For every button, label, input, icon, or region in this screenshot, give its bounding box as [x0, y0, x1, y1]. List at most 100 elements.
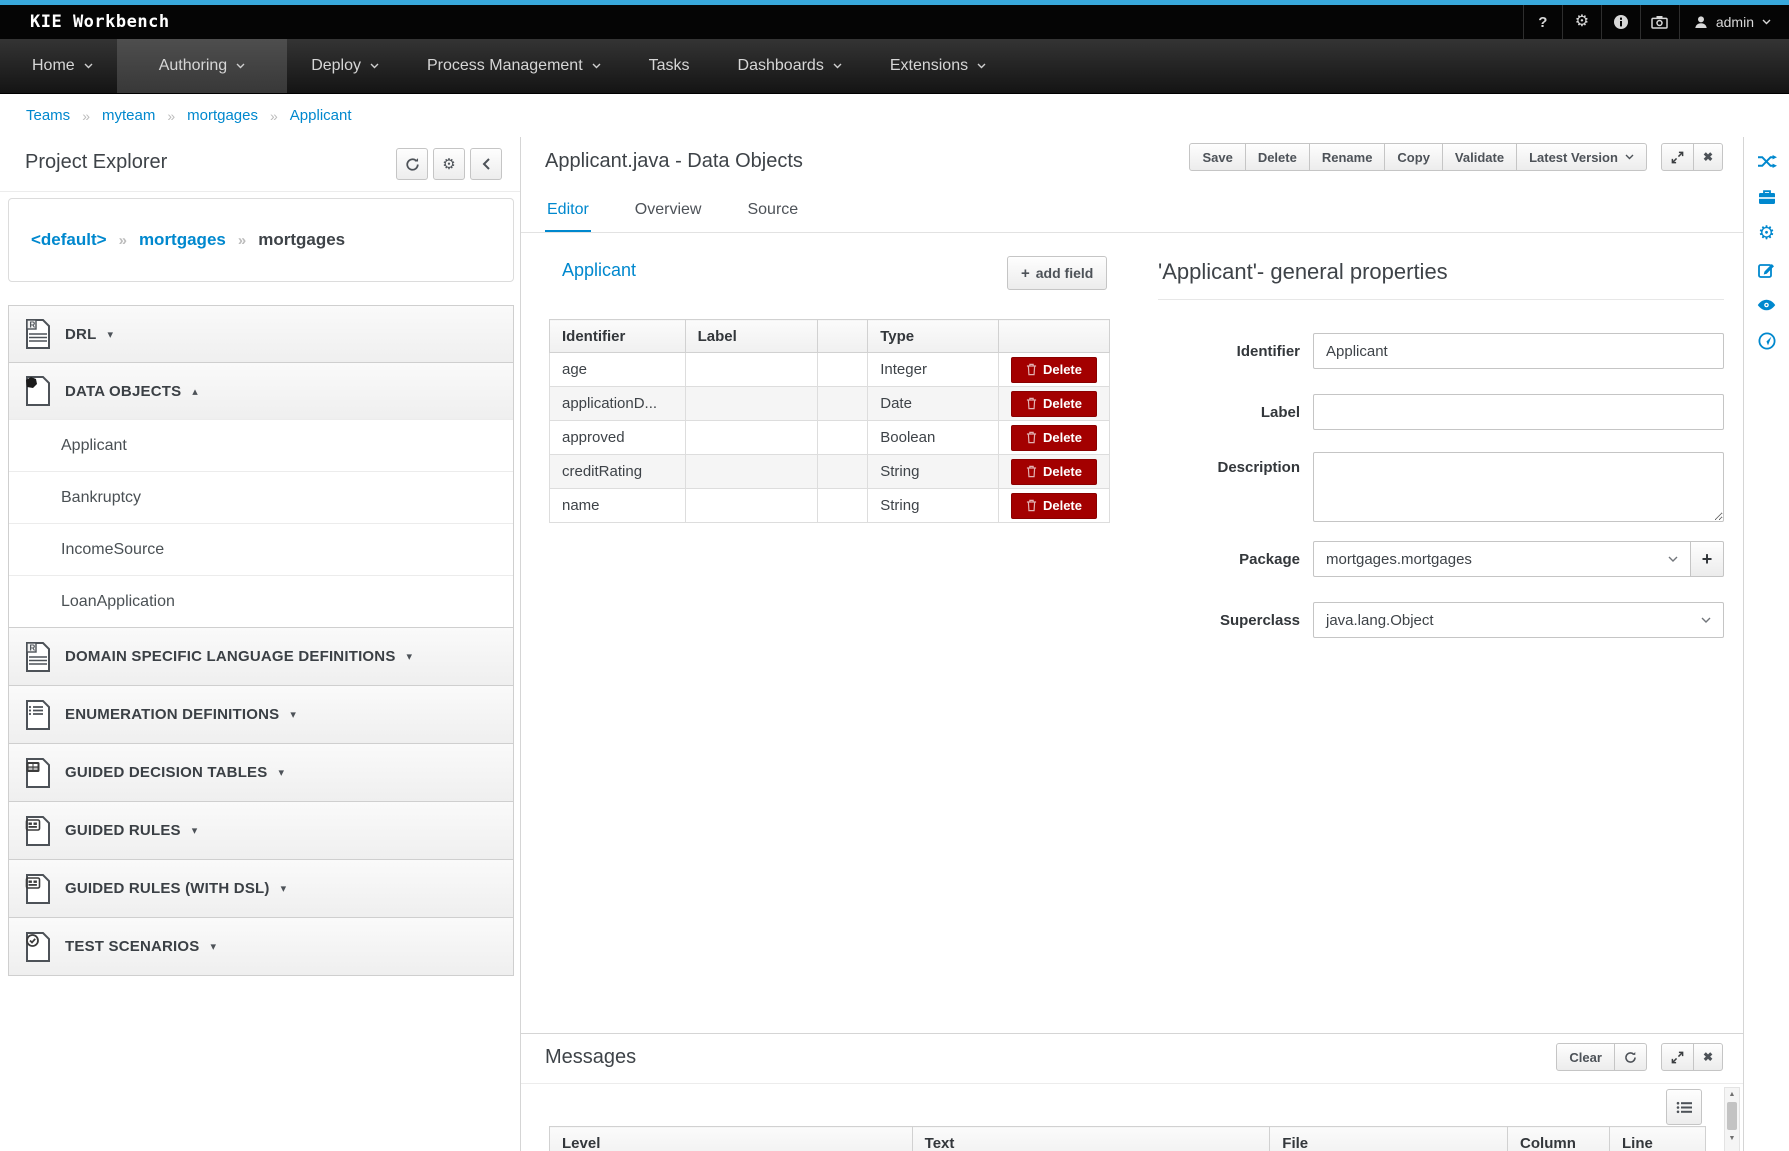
chevron-down-icon	[370, 63, 379, 69]
data-object-item-applicant[interactable]: Applicant	[9, 419, 513, 471]
superclass-select[interactable]: java.lang.Object	[1313, 602, 1724, 638]
section-guided-decision-tables[interactable]: GUIDED DECISION TABLES▾	[9, 743, 513, 801]
explorer-settings-button[interactable]: ⚙	[433, 148, 465, 180]
delete-field-button[interactable]: Delete	[1011, 357, 1097, 383]
expand-panel-button[interactable]	[1661, 143, 1694, 171]
tab-editor[interactable]: Editor	[545, 201, 591, 232]
fields-table: Identifier Label Type age Integer Delete…	[549, 319, 1110, 523]
explorer-crumb-default[interactable]: <default>	[31, 230, 107, 250]
section-dsl-definitions[interactable]: R DOMAIN SPECIFIC LANGUAGE DEFINITIONS▾	[9, 627, 513, 685]
field-row-name[interactable]: name String Delete	[550, 489, 1110, 523]
help-button[interactable]: ?	[1523, 5, 1562, 39]
validate-button[interactable]: Validate	[1442, 143, 1517, 171]
scroll-down-arrow[interactable]: ▼	[1725, 1132, 1739, 1144]
section-test-scenarios[interactable]: TEST SCENARIOS▾	[9, 917, 513, 975]
breadcrumb-applicant[interactable]: Applicant	[290, 107, 352, 124]
nav-extensions[interactable]: Extensions	[866, 39, 1010, 93]
identifier-label: Identifier	[1158, 343, 1300, 360]
column-header-file: File	[1270, 1127, 1508, 1151]
field-row-creditrating[interactable]: creditRating String Delete	[550, 455, 1110, 489]
field-label	[685, 455, 817, 489]
new-package-button[interactable]: +	[1690, 541, 1724, 577]
breadcrumb-teams[interactable]: Teams	[26, 107, 70, 124]
publish-rail-button[interactable]	[1758, 331, 1776, 351]
editor-title: Applicant.java - Data Objects	[545, 150, 803, 173]
data-object-item-loanapplication[interactable]: LoanApplication	[9, 575, 513, 627]
messages-scrollbar[interactable]: ▲ ▼	[1724, 1087, 1740, 1151]
dsl-document-icon: R	[25, 642, 51, 672]
nav-tasks[interactable]: Tasks	[625, 39, 714, 93]
field-row-applicationdate[interactable]: applicationD... Date Delete	[550, 387, 1110, 421]
messages-window-group: ✖	[1661, 1043, 1723, 1071]
section-drl[interactable]: R DRL▾	[9, 305, 513, 362]
preview-rail-button[interactable]	[1757, 295, 1776, 315]
delete-field-button[interactable]: Delete	[1011, 459, 1097, 485]
settings-rail-button[interactable]: ⚙	[1758, 223, 1775, 243]
toolbox-button[interactable]	[1758, 187, 1776, 207]
scroll-up-arrow[interactable]: ▲	[1725, 1088, 1739, 1100]
field-row-approved[interactable]: approved Boolean Delete	[550, 421, 1110, 455]
identifier-field[interactable]	[1313, 333, 1724, 369]
list-view-button[interactable]	[1666, 1089, 1702, 1125]
edit-icon	[1758, 261, 1775, 278]
nav-process-management[interactable]: Process Management	[403, 39, 625, 93]
refresh-messages-button[interactable]	[1614, 1043, 1647, 1071]
package-select[interactable]: mortgages.mortgages	[1313, 541, 1691, 577]
superclass-label: Superclass	[1158, 612, 1300, 629]
chevron-down-icon	[592, 63, 601, 69]
send-icon	[1758, 332, 1776, 350]
label-field[interactable]	[1313, 394, 1724, 430]
breadcrumb-mortgages[interactable]: mortgages	[187, 107, 258, 124]
delete-field-button[interactable]: Delete	[1011, 425, 1097, 451]
delete-field-button[interactable]: Delete	[1011, 493, 1097, 519]
field-actions: Delete	[998, 489, 1109, 523]
data-object-item-bankruptcy[interactable]: Bankruptcy	[9, 471, 513, 523]
package-label: Package	[1158, 551, 1300, 568]
screenshot-button[interactable]	[1640, 5, 1679, 39]
tab-source[interactable]: Source	[745, 201, 800, 232]
close-panel-button[interactable]: ✖	[1693, 143, 1723, 171]
description-field[interactable]	[1313, 452, 1724, 522]
refresh-button[interactable]	[396, 148, 428, 180]
latest-version-dropdown[interactable]: Latest Version	[1516, 143, 1647, 171]
breadcrumb-myteam[interactable]: myteam	[102, 107, 155, 124]
object-name-link[interactable]: Applicant	[562, 260, 636, 281]
section-data-objects[interactable]: DATA OBJECTS▴	[9, 362, 513, 419]
save-button[interactable]: Save	[1189, 143, 1245, 171]
explorer-crumb-mortgages[interactable]: mortgages	[139, 230, 226, 250]
drl-document-icon: R	[25, 319, 51, 349]
delete-button[interactable]: Delete	[1245, 143, 1310, 171]
field-row-age[interactable]: age Integer Delete	[550, 353, 1110, 387]
tab-overview[interactable]: Overview	[633, 201, 704, 232]
field-actions: Delete	[998, 455, 1109, 489]
nav-authoring[interactable]: Authoring	[117, 39, 288, 93]
shuffle-layout-button[interactable]	[1757, 151, 1777, 171]
copy-button[interactable]: Copy	[1384, 143, 1443, 171]
divider	[1158, 299, 1724, 300]
clear-messages-button[interactable]: Clear	[1556, 1043, 1615, 1071]
chevron-down-icon	[1668, 556, 1678, 562]
nav-dashboards[interactable]: Dashboards	[714, 39, 866, 93]
section-guided-rules-with-dsl[interactable]: GUIDED RULES (WITH DSL)▾	[9, 859, 513, 917]
edit-rail-button[interactable]	[1758, 259, 1775, 279]
section-guided-rules[interactable]: GUIDED RULES▾	[9, 801, 513, 859]
close-messages-button[interactable]: ✖	[1693, 1043, 1723, 1071]
data-object-item-incomesource[interactable]: IncomeSource	[9, 523, 513, 575]
user-menu[interactable]: admin	[1679, 5, 1789, 39]
section-enumeration-definitions[interactable]: ENUMERATION DEFINITIONS▾	[9, 685, 513, 743]
delete-field-button[interactable]: Delete	[1011, 391, 1097, 417]
collapse-panel-button[interactable]	[470, 148, 502, 180]
expand-messages-button[interactable]	[1661, 1043, 1694, 1071]
settings-button[interactable]: ⚙	[1562, 5, 1601, 39]
about-button[interactable]	[1601, 5, 1640, 39]
scrollbar-thumb[interactable]	[1727, 1102, 1737, 1130]
gear-icon: ⚙	[1758, 224, 1775, 243]
guided-rule-document-icon	[25, 816, 51, 846]
field-spacer	[817, 353, 867, 387]
editor-toolbar: Save Delete Rename Copy Validate Latest …	[1189, 143, 1723, 171]
nav-home[interactable]: Home	[8, 39, 117, 93]
rename-button[interactable]: Rename	[1309, 143, 1386, 171]
nav-deploy[interactable]: Deploy	[287, 39, 403, 93]
add-field-button[interactable]: + add field	[1007, 256, 1107, 290]
chevron-down-icon	[236, 63, 245, 69]
